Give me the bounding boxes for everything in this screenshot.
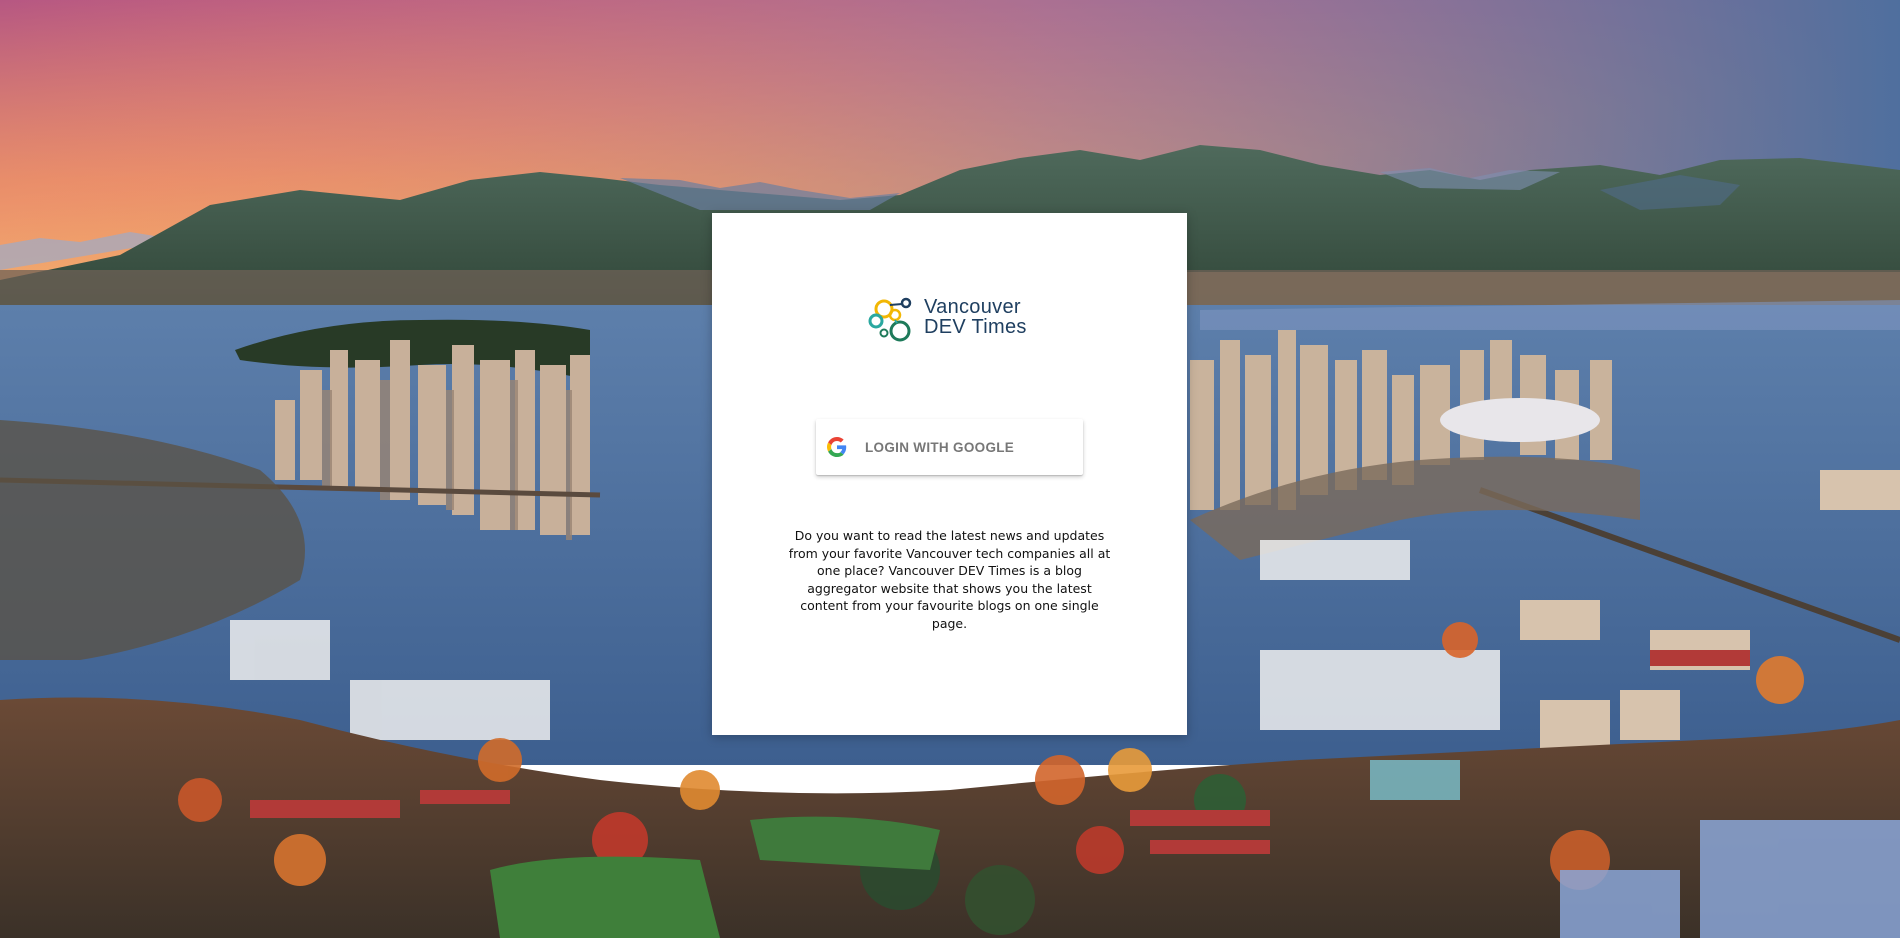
logo-line1: Vancouver — [924, 296, 1021, 318]
login-with-google-button[interactable]: LOGIN WITH GOOGLE — [816, 419, 1083, 475]
login-button-label: LOGIN WITH GOOGLE — [865, 439, 1015, 455]
logo-line2: DEV Times — [924, 316, 1027, 338]
logo-text: Vancouver DEV Times — [924, 297, 1027, 337]
google-g-icon — [827, 437, 847, 457]
login-card: Vancouver DEV Times LOGIN WITH GOOGLE Do… — [712, 213, 1187, 735]
site-description: Do you want to read the latest news and … — [788, 528, 1111, 631]
logo-icon — [868, 297, 912, 342]
logo: Vancouver DEV Times — [862, 289, 1042, 351]
